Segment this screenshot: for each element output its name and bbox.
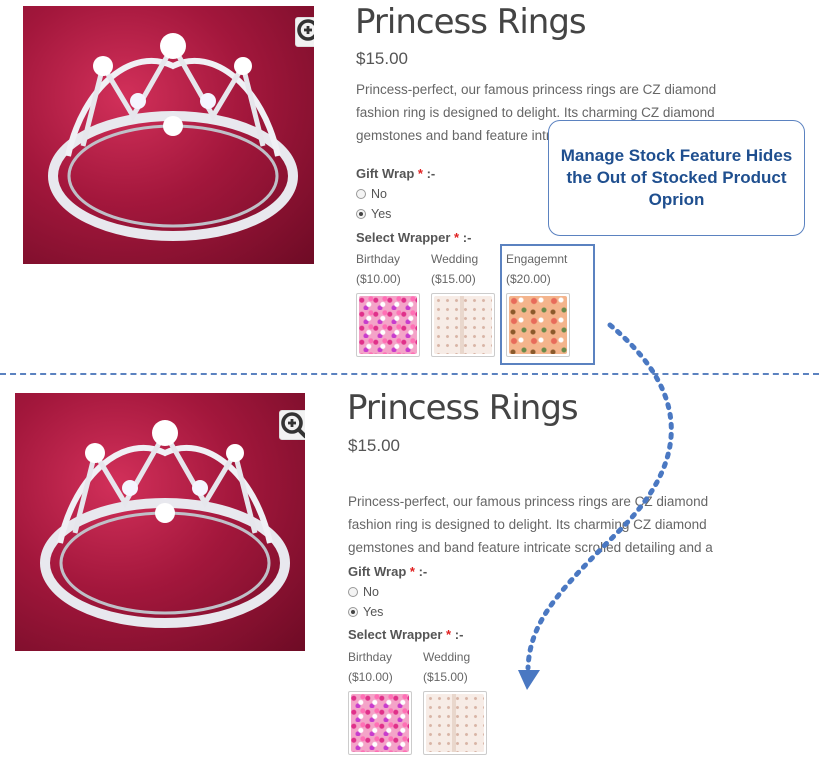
description-line: Princess-perfect, our famous princess ri… <box>356 82 717 97</box>
wrapper-name: Wedding <box>423 650 471 664</box>
radio-label: Yes <box>363 605 384 619</box>
wrapper-price: ($15.00) <box>431 272 476 286</box>
select-wrapper-label-text: Select Wrapper <box>356 230 451 245</box>
required-marker: * <box>446 627 452 642</box>
gift-wrap-radio-no[interactable]: No <box>348 585 379 599</box>
label-suffix: :- <box>462 230 472 245</box>
required-marker: * <box>417 166 423 181</box>
required-marker: * <box>454 230 460 245</box>
product-description: Princess-perfect, our famous princess ri… <box>348 490 728 559</box>
zoom-in-icon <box>281 412 305 439</box>
product-price: $15.00 <box>356 49 408 68</box>
label-suffix: :- <box>426 166 436 181</box>
radio-button-checked[interactable] <box>356 209 366 219</box>
birthday-pattern <box>351 694 409 752</box>
wrapper-name: Birthday <box>356 252 401 266</box>
section-divider <box>0 373 819 375</box>
wrapper-name: Birthday <box>348 650 393 664</box>
radio-label: No <box>363 585 379 599</box>
required-marker: * <box>409 564 415 579</box>
gift-wrap-label-text: Gift Wrap <box>348 564 407 579</box>
zoom-button[interactable] <box>295 17 314 47</box>
wrapper-price: ($10.00) <box>348 670 393 684</box>
label-suffix: :- <box>418 564 428 579</box>
callout-annotation: Manage Stock Feature Hides the Out of St… <box>548 120 805 236</box>
zoom-button[interactable] <box>279 410 305 440</box>
product-panel-after: Princess Rings $15.00 Princess-perfect, … <box>0 380 819 767</box>
description-line: gemstones and band feature intricate scr… <box>348 540 713 555</box>
product-title: Princess Rings <box>355 2 587 42</box>
wrapper-name: Wedding <box>431 252 479 266</box>
wrapper-option-birthday[interactable]: Birthday ($10.00) <box>356 250 424 357</box>
label-suffix: :- <box>454 627 464 642</box>
wrapper-swatch[interactable] <box>423 691 487 755</box>
gift-wrap-label-text: Gift Wrap <box>356 166 415 181</box>
gift-wrap-label: Gift Wrap * :- <box>356 166 435 181</box>
product-image[interactable] <box>23 6 314 264</box>
out-of-stock-highlight <box>500 244 595 365</box>
wrapper-option-wedding[interactable]: Wedding ($15.00) <box>431 250 499 357</box>
gift-wrap-radio-yes[interactable]: Yes <box>356 207 391 221</box>
wrapper-swatch[interactable] <box>431 293 495 357</box>
radio-button[interactable] <box>348 587 358 597</box>
radio-button-checked[interactable] <box>348 607 358 617</box>
wedding-pattern <box>426 694 484 752</box>
zoom-in-icon <box>297 19 314 41</box>
wrapper-price: ($10.00) <box>356 272 401 286</box>
product-title: Princess Rings <box>347 388 579 428</box>
product-image[interactable] <box>15 393 305 651</box>
product-price: $15.00 <box>348 436 400 455</box>
radio-label: No <box>371 187 387 201</box>
wrapper-price: ($15.00) <box>423 670 468 684</box>
ring-illustration <box>48 33 298 241</box>
ring-illustration <box>40 420 290 628</box>
gift-wrap-label: Gift Wrap * :- <box>348 564 427 579</box>
gift-wrap-radio-no[interactable]: No <box>356 187 387 201</box>
gift-wrap-radio-yes[interactable]: Yes <box>348 605 383 619</box>
wrapper-swatch[interactable] <box>356 293 420 357</box>
description-line: fashion ring is designed to delight. Its… <box>348 517 707 532</box>
select-wrapper-label: Select Wrapper * :- <box>348 627 463 642</box>
wedding-pattern <box>434 296 492 354</box>
select-wrapper-label-text: Select Wrapper <box>348 627 443 642</box>
select-wrapper-label: Select Wrapper * :- <box>356 230 471 245</box>
wrapper-option-wedding[interactable]: Wedding ($15.00) <box>423 648 491 755</box>
birthday-pattern <box>359 296 417 354</box>
description-line: Princess-perfect, our famous princess ri… <box>348 494 709 509</box>
radio-button[interactable] <box>356 189 366 199</box>
wrapper-swatch[interactable] <box>348 691 412 755</box>
wrapper-option-birthday[interactable]: Birthday ($10.00) <box>348 648 416 755</box>
radio-label: Yes <box>371 207 392 221</box>
